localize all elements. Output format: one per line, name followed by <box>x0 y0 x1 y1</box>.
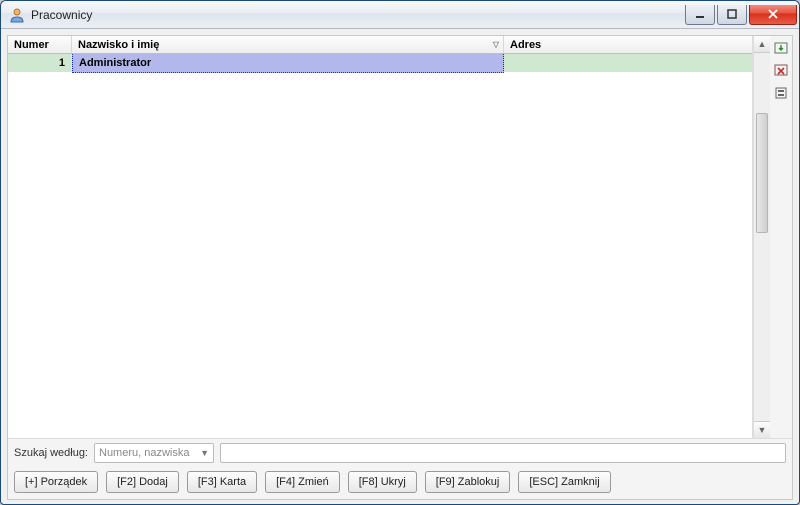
cell-adres <box>504 54 752 72</box>
title-bar[interactable]: Pracownicy <box>1 1 799 29</box>
close-button[interactable] <box>749 5 797 25</box>
side-toolbar <box>770 36 792 438</box>
maximize-button[interactable] <box>717 5 747 25</box>
grid-body: 1 Administrator <box>8 54 752 438</box>
zmien-button[interactable]: [F4] Zmień <box>265 471 340 493</box>
window-frame: Pracownicy Numer Nazwisko i imię ▽ Adres <box>0 0 800 505</box>
scroll-track[interactable] <box>754 53 770 421</box>
grid-header: Numer Nazwisko i imię ▽ Adres <box>8 36 752 54</box>
scroll-up-icon[interactable]: ▲ <box>754 36 770 53</box>
column-header-numer[interactable]: Numer <box>8 36 72 53</box>
window-title: Pracownicy <box>31 8 685 22</box>
column-header-adres[interactable]: Adres <box>504 36 752 53</box>
table-row[interactable]: 1 Administrator <box>8 54 752 72</box>
porzadek-button[interactable]: [+] Porządek <box>14 471 98 493</box>
sort-indicator-icon: ▽ <box>493 40 499 49</box>
karta-button[interactable]: [F3] Karta <box>187 471 257 493</box>
button-bar: [+] Porządek [F2] Dodaj [F3] Karta [F4] … <box>8 467 792 499</box>
minimize-button[interactable] <box>685 5 715 25</box>
search-mode-combo[interactable]: Numeru, nazwiska ▼ <box>94 443 214 463</box>
column-header-nazwisko[interactable]: Nazwisko i imię ▽ <box>72 36 504 53</box>
delete-icon[interactable] <box>772 62 790 80</box>
scroll-down-icon[interactable]: ▼ <box>754 421 770 438</box>
cell-numer: 1 <box>8 54 72 72</box>
vertical-scrollbar[interactable]: ▲ ▼ <box>753 36 770 438</box>
window-controls <box>685 5 797 25</box>
ukryj-button[interactable]: [F8] Ukryj <box>348 471 417 493</box>
client-area: Numer Nazwisko i imię ▽ Adres 1 Administ… <box>7 35 793 500</box>
employees-grid[interactable]: Numer Nazwisko i imię ▽ Adres 1 Administ… <box>8 36 753 438</box>
search-input[interactable] <box>220 443 786 463</box>
search-row: Szukaj według: Numeru, nazwiska ▼ <box>8 438 792 467</box>
export-icon[interactable] <box>772 40 790 58</box>
cell-nazwisko: Administrator <box>72 54 504 73</box>
scroll-thumb[interactable] <box>756 113 768 233</box>
chevron-down-icon: ▼ <box>200 448 209 458</box>
zablokuj-button[interactable]: [F9] Zablokuj <box>425 471 511 493</box>
settings-icon[interactable] <box>772 84 790 102</box>
zamknij-button[interactable]: [ESC] Zamknij <box>518 471 610 493</box>
search-label: Szukaj według: <box>14 447 88 459</box>
dodaj-button[interactable]: [F2] Dodaj <box>106 471 179 493</box>
app-icon <box>9 7 25 23</box>
